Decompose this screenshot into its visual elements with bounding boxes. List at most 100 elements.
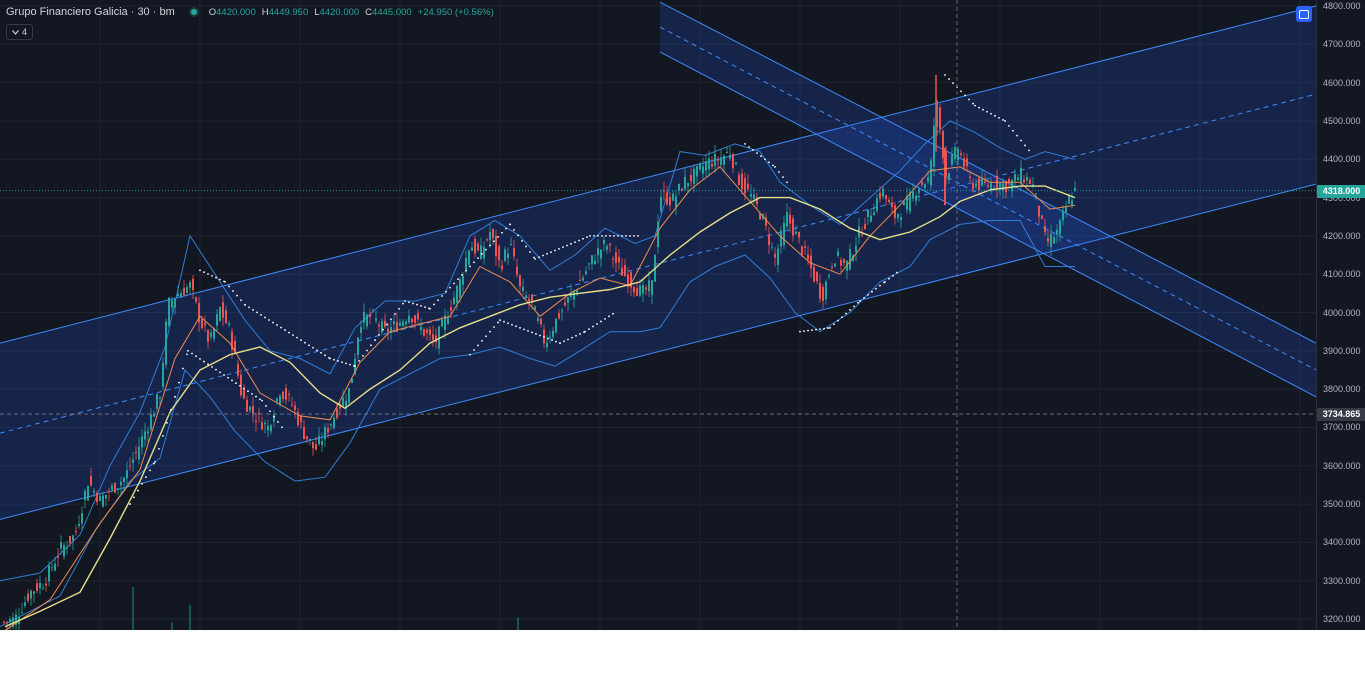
candle-body [201,318,203,329]
candle-body [336,408,338,418]
price-chart[interactable] [0,0,1316,630]
sar-dot [637,234,639,237]
sar-dot [256,311,258,314]
sar-dot [259,398,261,401]
candle-body [609,243,611,246]
price-tick-label: 3800.000 [1323,384,1361,395]
indicators-toggle-button[interactable]: 4 [6,24,34,40]
candle-body [102,495,104,507]
candle-body [768,234,770,246]
sar-dot [600,320,602,323]
sar-dot [517,234,519,237]
symbol-title[interactable]: Grupo Financiero Galicia · 30 · bm [6,6,175,18]
candle-body [24,602,26,606]
sar-dot [358,360,360,362]
sar-dot [613,234,615,237]
sar-dot [857,301,859,304]
candle-body [468,250,470,265]
sar-dot [513,228,515,231]
sar-dot [982,108,984,111]
sar-dot [390,318,392,321]
price-tick-label: 4700.000 [1323,39,1361,50]
sar-dot [884,280,886,283]
candle-body [528,298,530,302]
candle-body [798,231,800,238]
sar-dot [871,290,873,293]
candle-body [873,212,875,216]
candle-body [864,224,866,229]
candle-body [252,405,254,415]
candle-body [786,212,788,227]
candle-body [1008,178,1010,184]
sar-dot [497,236,499,238]
sar-dot [236,294,238,297]
sar-dot [586,236,588,239]
sar-dot [1020,139,1022,142]
sar-dot [1012,129,1014,132]
candle-body [540,318,542,325]
sar-dot [231,379,233,382]
candle-body [774,253,776,258]
candle-body [930,160,932,186]
candle-body [1059,220,1061,235]
candle-body [312,441,314,449]
candle-body [522,286,524,291]
candle-body [1038,205,1040,217]
candle-body [87,486,89,501]
candle-body [342,397,344,407]
candle-body [714,153,716,166]
sar-dot [994,114,996,117]
sar-dot [554,249,556,252]
candle-body [6,621,8,623]
sar-dot [154,461,156,463]
sar-dot [566,244,568,247]
sar-dot [571,336,573,339]
sar-dot [493,240,495,243]
candle-body [1065,207,1067,213]
sar-dot [265,405,267,407]
sar-dot [337,360,339,362]
candle-body [606,246,608,250]
candle-body [513,248,515,257]
sar-dot [232,290,234,292]
chart-area[interactable]: Grupo Financiero Galicia · 30 · bm O4420… [0,0,1365,630]
price-axis[interactable]: 4800.000 4700.000 4600.000 4500.000 4400.000… [1316,0,1365,630]
candle-body [537,318,539,321]
sar-dot [1016,134,1018,137]
sar-dot [398,307,400,310]
candle-body [804,246,806,248]
candle-body [903,201,905,206]
candle-body [879,192,881,199]
candle-body [147,431,149,434]
candle-body [504,249,506,261]
candle-body [942,130,944,158]
sar-dot [774,166,776,168]
candle-body [1020,167,1022,184]
sar-dot [892,274,894,277]
candle-body [372,310,374,312]
candle-body [1035,193,1037,195]
sar-dot [503,320,505,323]
price-tick-label: 4500.000 [1323,115,1361,126]
sar-dot [563,340,565,343]
sar-dot [137,489,139,492]
sar-dot [449,286,451,289]
candle-body [975,183,977,187]
sar-dot [170,408,172,411]
candle-body [600,249,602,259]
candle-body [459,279,461,298]
settings-button[interactable] [1296,6,1312,22]
candle-body [63,545,65,557]
sar-dot [551,339,553,341]
candle-body [510,243,512,245]
candle-body [816,271,818,282]
candle-body [684,176,686,190]
candle-body [492,229,494,238]
sar-dot [964,94,966,97]
ohlc-high: H4449.950 [261,6,309,18]
candle-body [648,280,650,292]
candle-body [552,330,554,337]
candle-body [507,253,509,259]
candle-body [462,276,464,285]
candle-body [876,198,878,211]
